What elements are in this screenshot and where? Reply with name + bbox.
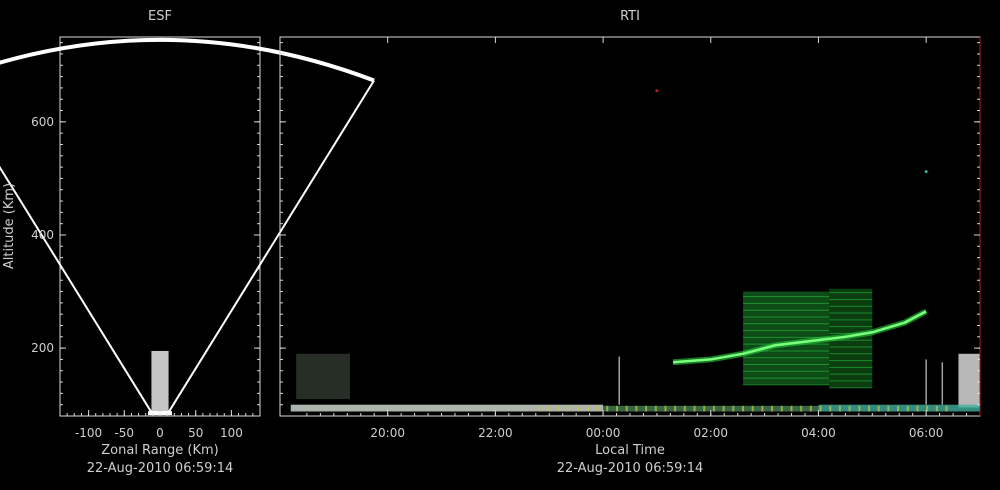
esf-timestamp: 22-Aug-2010 06:59:14 <box>87 461 234 476</box>
rti-echo-dot <box>924 170 928 174</box>
rti-floor-speck <box>616 405 618 412</box>
rti-floor-speck <box>780 405 783 412</box>
rti-floor-speck <box>645 405 648 412</box>
rti-echo-block <box>296 353 350 400</box>
rti-floor-speck <box>819 405 822 412</box>
rti-floor-speck <box>538 405 541 412</box>
rti-floor-speck <box>916 405 919 412</box>
rti-plot-frame <box>279 36 981 417</box>
esf-x-tick-label: 50 <box>188 426 203 440</box>
esf-chart-title: ESF <box>148 9 172 24</box>
esf-x-axis-label: Zonal Range (Km) <box>101 443 218 458</box>
esf-fan-arc <box>0 37 375 83</box>
rti-x-tick-label: 20:00 <box>370 426 405 440</box>
rti-floor-speck <box>712 405 715 412</box>
rti-timestamp: 22-Aug-2010 06:59:14 <box>557 461 704 476</box>
rti-floor-speck <box>625 405 628 412</box>
rti-x-tick-label: 04:00 <box>801 426 836 440</box>
rti-floor-speck <box>557 405 560 412</box>
rti-bottom-layer <box>290 404 604 412</box>
rti-floor-speck <box>654 405 657 412</box>
rti-floor-speck <box>586 405 589 412</box>
rti-floor-speck <box>761 405 764 412</box>
rti-floor-speck <box>848 405 851 412</box>
esf-echo <box>151 350 169 414</box>
esf-y-tick-label: 200 <box>31 341 54 355</box>
rti-floor-speck <box>858 405 861 412</box>
rti-floor-speck <box>868 405 870 412</box>
rti-echo-dot <box>655 89 659 93</box>
rti-floor-speck <box>577 405 580 412</box>
rti-floor-speck <box>596 405 599 412</box>
esf-x-tick-label: 100 <box>220 426 243 440</box>
rti-floor-speck <box>838 405 841 412</box>
rti-floor-speck <box>790 405 793 412</box>
rti-floor-speck <box>751 405 754 412</box>
rti-floor-speck <box>567 405 570 412</box>
esf-x-tick-label: -100 <box>75 426 102 440</box>
esf-y-axis-label: Altitude (Km) <box>2 183 17 269</box>
rti-floor-speck <box>703 405 706 412</box>
rti-floor-speck <box>674 405 677 412</box>
rti-floor-speck <box>877 405 880 412</box>
rti-floor-speck <box>887 405 890 412</box>
esf-fan-left-edge <box>0 165 153 414</box>
rti-x-tick-label: 06:00 <box>909 426 944 440</box>
rti-floor-speck <box>548 405 551 412</box>
rti-bottom-layer <box>818 404 980 412</box>
esf-x-tick-label: -50 <box>114 426 134 440</box>
rti-floor-speck <box>742 405 744 412</box>
rti-echo-block <box>958 353 980 408</box>
rti-x-tick-label: 00:00 <box>586 426 621 440</box>
rti-floor-speck <box>771 405 774 412</box>
rti-floor-speck <box>800 405 803 412</box>
rti-floor-speck <box>935 405 938 412</box>
rti-floor-speck <box>897 405 900 412</box>
rti-panel: 20:00 22:00 00:00 02:00 04:00 06:00 <box>279 36 981 440</box>
rti-floor-speck <box>635 405 638 412</box>
rti-x-axis-label: Local Time <box>595 443 665 458</box>
rti-floor-speck <box>906 405 909 412</box>
esf-x-tick-label: 0 <box>156 426 164 440</box>
esf-y-tick-label: 400 <box>31 228 54 242</box>
rti-floor-speck <box>664 405 667 412</box>
rti-x-tick-label: 22:00 <box>478 426 513 440</box>
rti-floor-speck <box>606 405 609 412</box>
rti-chart-title: RTI <box>620 9 640 24</box>
rti-floor-speck <box>693 405 696 412</box>
rti-floor-speck <box>829 405 832 412</box>
rti-x-tick-label: 02:00 <box>693 426 728 440</box>
esf-y-tick-label: 600 <box>31 115 54 129</box>
radar-figure: ESF RTI 200 400 600 -100 -50 0 50 100 20:00 22:0… <box>0 9 981 476</box>
rti-floor-speck <box>809 405 812 412</box>
rti-floor-speck <box>722 405 725 412</box>
rti-floor-speck <box>732 405 735 412</box>
rti-floor-speck <box>945 405 948 412</box>
rti-floor-speck <box>683 405 686 412</box>
